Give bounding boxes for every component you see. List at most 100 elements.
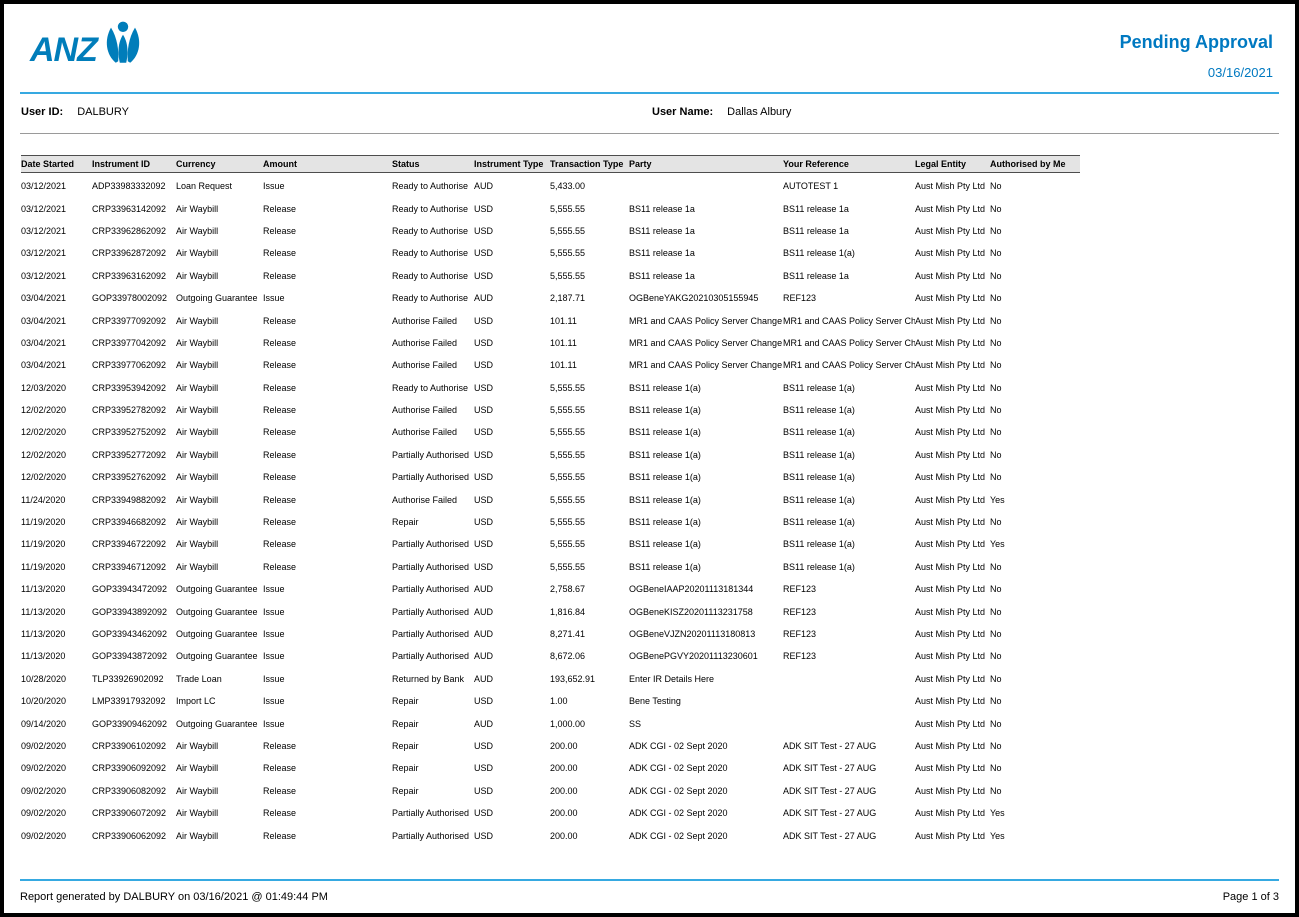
table-cell: Release bbox=[263, 427, 392, 437]
table-cell: Issue bbox=[263, 607, 392, 617]
table-cell: Yes bbox=[990, 495, 1080, 505]
report-page: ANZ Pending Approval 03/16/2021 User ID:… bbox=[0, 0, 1299, 917]
table-cell: Loan Request bbox=[176, 181, 263, 191]
table-cell: No bbox=[990, 204, 1080, 214]
table-cell: Aust Mish Pty Ltd bbox=[915, 651, 990, 661]
table-row: 03/12/2021CRP33963142092Air WaybillRelea… bbox=[21, 197, 1080, 219]
table-cell: BS11 release 1(a) bbox=[783, 495, 915, 505]
table-cell: Repair bbox=[392, 763, 474, 773]
table-cell: BS11 release 1(a) bbox=[783, 539, 915, 549]
table-cell: Trade Loan bbox=[176, 674, 263, 684]
table-cell: Release bbox=[263, 741, 392, 751]
table-cell: Air Waybill bbox=[176, 517, 263, 527]
table-cell: No bbox=[990, 651, 1080, 661]
table-cell: TLP33926902092 bbox=[92, 674, 176, 684]
table-cell: Aust Mish Pty Ltd bbox=[915, 293, 990, 303]
user-id-label: User ID: bbox=[21, 106, 63, 118]
table-cell: Release bbox=[263, 338, 392, 348]
table-cell: Issue bbox=[263, 293, 392, 303]
table-cell: ADK SIT Test - 27 AUG bbox=[783, 808, 915, 818]
table-cell: Aust Mish Pty Ltd bbox=[915, 427, 990, 437]
table-cell: Aust Mish Pty Ltd bbox=[915, 808, 990, 818]
footer-generated-text: Report generated by DALBURY on 03/16/202… bbox=[20, 891, 328, 903]
table-cell: 5,555.55 bbox=[550, 562, 629, 572]
table-row: 03/12/2021CRP33963162092Air WaybillRelea… bbox=[21, 265, 1080, 287]
table-cell: USD bbox=[474, 316, 550, 326]
table-cell: CRP33963162092 bbox=[92, 271, 176, 281]
table-row: 11/19/2020CRP33946682092Air WaybillRelea… bbox=[21, 511, 1080, 533]
table-cell: USD bbox=[474, 248, 550, 258]
table-cell: CRP33906102092 bbox=[92, 741, 176, 751]
table-cell: Air Waybill bbox=[176, 248, 263, 258]
table-cell: BS11 release 1(a) bbox=[783, 427, 915, 437]
table-cell: Ready to Authorise bbox=[392, 226, 474, 236]
table-cell: CRP33952762092 bbox=[92, 472, 176, 482]
table-cell: CRP33962862092 bbox=[92, 226, 176, 236]
table-row: 11/19/2020CRP33946712092Air WaybillRelea… bbox=[21, 556, 1080, 578]
table-cell: Air Waybill bbox=[176, 204, 263, 214]
table-cell: Aust Mish Pty Ltd bbox=[915, 719, 990, 729]
table-cell: Ready to Authorise bbox=[392, 271, 474, 281]
table-cell: AUD bbox=[474, 651, 550, 661]
table-cell: BS11 release 1(a) bbox=[783, 517, 915, 527]
table-cell: Yes bbox=[990, 808, 1080, 818]
table-cell: ADK SIT Test - 27 AUG bbox=[783, 831, 915, 841]
table-cell: Release bbox=[263, 562, 392, 572]
table-cell: 03/12/2021 bbox=[21, 204, 92, 214]
table-cell: CRP33906062092 bbox=[92, 831, 176, 841]
table-cell: 2,187.71 bbox=[550, 293, 629, 303]
table-cell: No bbox=[990, 674, 1080, 684]
table-cell: Aust Mish Pty Ltd bbox=[915, 181, 990, 191]
table-row: 10/20/2020LMP33917932092Import LCIssueRe… bbox=[21, 690, 1080, 712]
table-cell: Partially Authorised bbox=[392, 450, 474, 460]
table-cell: 09/02/2020 bbox=[21, 763, 92, 773]
table-cell: Ready to Authorise bbox=[392, 181, 474, 191]
table-cell: No bbox=[990, 450, 1080, 460]
column-header: Authorised by Me bbox=[990, 159, 1080, 169]
user-id-group: User ID:DALBURY bbox=[21, 106, 129, 118]
table-cell: Aust Mish Pty Ltd bbox=[915, 562, 990, 572]
table-cell: CRP33952752092 bbox=[92, 427, 176, 437]
table-cell: 12/02/2020 bbox=[21, 405, 92, 415]
table-cell: Release bbox=[263, 450, 392, 460]
table-cell: No bbox=[990, 517, 1080, 527]
user-info-bar: User ID:DALBURY User Name:Dallas Albury bbox=[20, 94, 1279, 134]
table-body: 03/12/2021 ADP33983332092Loan Request Issu… bbox=[21, 173, 1080, 847]
footer-page-number: Page 1 of 3 bbox=[1223, 891, 1279, 903]
table-cell: MR1 and CAAS Policy Server Change bbox=[629, 316, 783, 326]
table-cell: CRP33906072092 bbox=[92, 808, 176, 818]
table-cell: 193,652.91 bbox=[550, 674, 629, 684]
table-cell: No bbox=[990, 360, 1080, 370]
table-cell: Aust Mish Pty Ltd bbox=[915, 584, 990, 594]
table-cell: 200.00 bbox=[550, 808, 629, 818]
table-cell: ADP33983332092 bbox=[92, 181, 176, 191]
table-cell: USD bbox=[474, 808, 550, 818]
table-cell: Release bbox=[263, 248, 392, 258]
table-cell: No bbox=[990, 696, 1080, 706]
table-cell: 11/13/2020 bbox=[21, 629, 92, 639]
table-cell: Authorise Failed bbox=[392, 360, 474, 370]
table-cell: No bbox=[990, 293, 1080, 303]
table-cell: No bbox=[990, 584, 1080, 594]
table-cell: Partially Authorised bbox=[392, 539, 474, 549]
table-cell: 1.00 bbox=[550, 696, 629, 706]
table-cell: Aust Mish Pty Ltd bbox=[915, 204, 990, 214]
table-cell: Air Waybill bbox=[176, 360, 263, 370]
table-cell: 09/02/2020 bbox=[21, 741, 92, 751]
table-cell: BS11 release 1a bbox=[629, 248, 783, 258]
table-cell: Air Waybill bbox=[176, 450, 263, 460]
table-cell: USD bbox=[474, 696, 550, 706]
table-cell: OGBeneIAAP20201113181344 bbox=[629, 584, 783, 594]
table-cell: Air Waybill bbox=[176, 338, 263, 348]
table-cell: Aust Mish Pty Ltd bbox=[915, 383, 990, 393]
table-cell: USD bbox=[474, 226, 550, 236]
table-cell: USD bbox=[474, 495, 550, 505]
table-cell: Aust Mish Pty Ltd bbox=[915, 360, 990, 370]
table-cell: Air Waybill bbox=[176, 472, 263, 482]
table-row: 11/13/2020GOP33943472092Outgoing Guarant… bbox=[21, 578, 1080, 600]
table-cell: Air Waybill bbox=[176, 539, 263, 549]
table-cell: CRP33946682092 bbox=[92, 517, 176, 527]
table-cell: 11/24/2020 bbox=[21, 495, 92, 505]
table-cell: 200.00 bbox=[550, 741, 629, 751]
table-cell: CRP33906082092 bbox=[92, 786, 176, 796]
